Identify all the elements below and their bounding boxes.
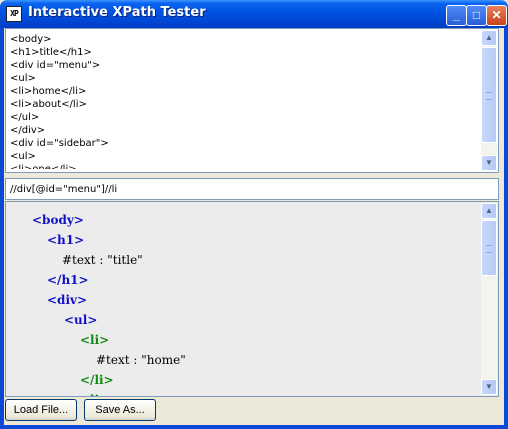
- xml-source-line: <body>: [10, 34, 52, 45]
- xml-source-line: <ul>: [10, 151, 36, 162]
- tree-element-node[interactable]: <ul>: [64, 310, 97, 330]
- xml-source-line: <li>one</li>: [10, 163, 480, 169]
- xpath-input[interactable]: [8, 180, 498, 198]
- tree-element-node[interactable]: <h1>: [47, 230, 84, 250]
- xml-source-text[interactable]: <body> <h1>title</h1> <div id="menu"> <ul> <…: [10, 33, 480, 169]
- save-as-button[interactable]: Save As...: [84, 399, 156, 421]
- xml-source-textarea[interactable]: <body> <h1>title</h1> <div id="menu"> <ul> <…: [5, 28, 499, 173]
- xml-source-line: <li>home</li>: [10, 86, 87, 97]
- xml-source-line: <div id="sidebar">: [10, 138, 109, 149]
- tree-element-node[interactable]: </h1>: [47, 270, 89, 290]
- scroll-thumb[interactable]: [481, 220, 497, 276]
- tree-element-node[interactable]: <li>: [80, 330, 109, 350]
- xpath-field[interactable]: [5, 178, 499, 200]
- tree-element-node[interactable]: <body>: [32, 210, 84, 230]
- scroll-up-icon[interactable]: ▲: [481, 30, 497, 46]
- xml-source-line: </div>: [10, 125, 46, 136]
- minimize-button[interactable]: _: [446, 5, 467, 26]
- close-button[interactable]: ✕: [486, 5, 507, 26]
- scroll-down-icon[interactable]: ▼: [481, 155, 497, 171]
- xml-source-line: <h1>title</h1>: [10, 47, 92, 58]
- tree-text-node[interactable]: #text : "home": [96, 350, 186, 370]
- tree-element-node[interactable]: </li>: [80, 370, 114, 390]
- window-title: Interactive XPath Tester: [28, 5, 206, 20]
- scroll-thumb[interactable]: [481, 47, 497, 143]
- title-bar[interactable]: XP Interactive XPath Tester _ □ ✕: [0, 0, 508, 28]
- xml-source-line: <ul>: [10, 73, 36, 84]
- load-file-button[interactable]: Load File...: [5, 399, 77, 421]
- xml-source-line: </ul>: [10, 112, 40, 123]
- maximize-button[interactable]: □: [466, 5, 487, 26]
- xml-source-scrollbar[interactable]: ▲ ▼: [481, 30, 497, 171]
- tree-element-node[interactable]: <li>: [80, 390, 109, 396]
- xml-source-line: <div id="menu">: [10, 60, 101, 71]
- result-tree: <body> <h1> #text : "title" </h1> <div> <ul> <…: [6, 202, 482, 396]
- xml-source-line: <li>about</li>: [10, 99, 87, 110]
- footer-bar: Load File... Save As...: [0, 398, 500, 425]
- tree-element-node[interactable]: <div>: [47, 290, 87, 310]
- result-scrollbar[interactable]: ▲ ▼: [481, 203, 497, 395]
- scroll-up-icon[interactable]: ▲: [481, 203, 497, 219]
- xpath-app-icon: XP: [6, 6, 22, 22]
- result-tree-panel[interactable]: <body> <h1> #text : "title" </h1> <div> <ul> <…: [5, 201, 499, 397]
- tree-text-node[interactable]: #text : "title": [62, 250, 143, 270]
- scroll-down-icon[interactable]: ▼: [481, 379, 497, 395]
